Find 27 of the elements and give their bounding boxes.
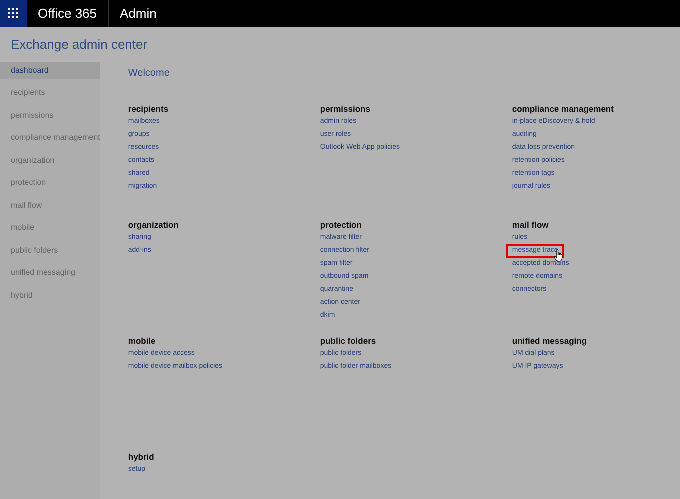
section-title: recipients [128,103,170,115]
sidebar-item[interactable]: compliance management [0,130,100,146]
sidebar-item[interactable]: dashboard [0,62,100,79]
section-title: organization [128,219,180,231]
section-title: permissions [320,103,372,115]
sidebar-item[interactable]: mobile [0,220,100,236]
section-title: hybrid [128,451,156,463]
section-title: protection [320,219,363,231]
sidebar-item[interactable]: hybrid [0,287,100,304]
page-title: Exchange admin center [11,36,148,54]
welcome-heading: Welcome [128,67,171,81]
section-title: unified messaging [512,335,588,347]
app-launcher-icon [8,8,19,19]
sidebar-item[interactable]: organization [0,152,100,169]
sidebar-item[interactable]: permissions [0,107,100,124]
sidebar-item[interactable]: protection [0,174,100,192]
section-name: Admin [119,4,158,23]
sidebar-item[interactable]: recipients [0,84,100,102]
section-title: mail flow [512,219,550,231]
app-launcher-button[interactable] [0,0,27,27]
sidebar-item[interactable]: public folders [0,242,100,259]
product-name: Office 365 [37,4,98,23]
sidebar-item[interactable]: unified messaging [0,264,100,282]
section-title: mobile [128,335,157,347]
section-title: public folders [320,335,378,347]
section-title: compliance management [512,103,615,115]
sidebar-item[interactable]: mail flow [0,197,100,214]
